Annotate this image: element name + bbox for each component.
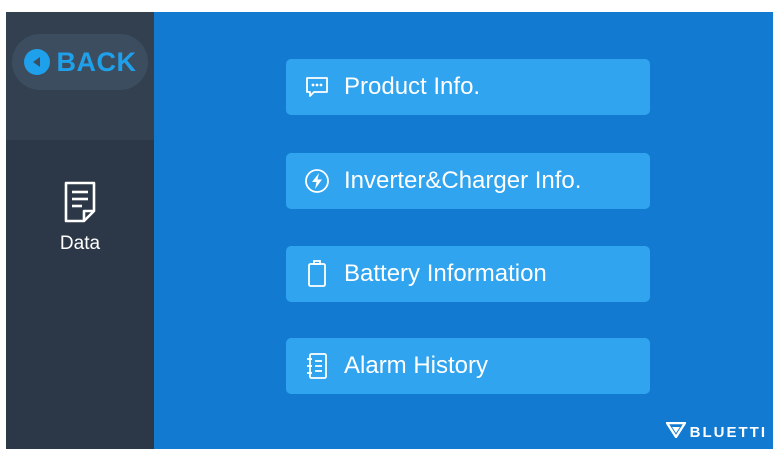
bluetti-logo: BLUETTI bbox=[665, 421, 767, 443]
inverter-charger-info-label: Inverter&Charger Info. bbox=[344, 167, 582, 194]
back-arrow-icon bbox=[23, 49, 50, 75]
battery-information-button[interactable]: Battery Information bbox=[286, 246, 650, 302]
screen: BACK Data Product Info. Inverter&Charger… bbox=[6, 12, 773, 449]
back-label: BACK bbox=[56, 46, 137, 77]
back-button[interactable]: BACK bbox=[12, 34, 148, 90]
data-document-icon bbox=[63, 180, 97, 229]
product-info-button[interactable]: Product Info. bbox=[286, 59, 650, 115]
sidebar-item-data[interactable]: Data bbox=[6, 180, 154, 255]
alarm-history-label: Alarm History bbox=[344, 352, 489, 379]
main-panel: Product Info. Inverter&Charger Info. Bat… bbox=[154, 12, 773, 449]
notebook-icon bbox=[304, 353, 330, 379]
chat-bubble-icon bbox=[304, 74, 330, 100]
inverter-charger-info-button[interactable]: Inverter&Charger Info. bbox=[286, 153, 650, 209]
battery-icon bbox=[304, 260, 330, 287]
lightning-icon bbox=[304, 168, 330, 194]
brand-name: BLUETTI bbox=[689, 424, 767, 441]
sidebar: BACK Data bbox=[6, 12, 154, 449]
alarm-history-button[interactable]: Alarm History bbox=[286, 338, 650, 394]
bluetti-logo-icon bbox=[665, 421, 686, 443]
sidebar-item-label: Data bbox=[59, 233, 101, 254]
product-info-label: Product Info. bbox=[344, 73, 481, 100]
battery-information-label: Battery Information bbox=[344, 260, 547, 287]
